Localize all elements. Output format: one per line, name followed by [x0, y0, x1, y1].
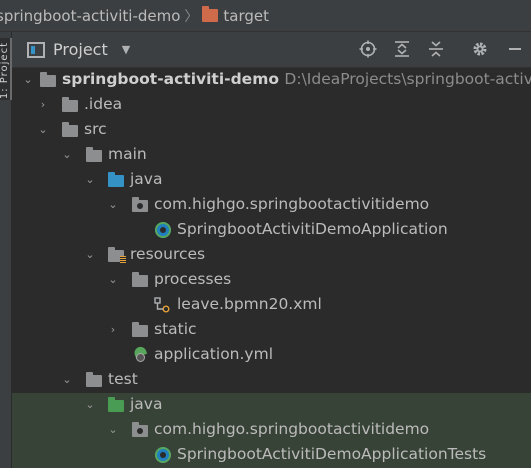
package-icon	[132, 422, 148, 437]
chevron-down-icon[interactable]: ⌄	[38, 124, 48, 135]
static-label: static	[154, 320, 197, 338]
tree-node-yml-file[interactable]: application.yml	[12, 343, 531, 368]
resources-folder-icon	[108, 247, 126, 263]
folder-icon	[86, 372, 102, 387]
yml-file-label: application.yml	[154, 345, 274, 363]
processes-label: processes	[154, 270, 232, 288]
tree-node-static[interactable]: › static	[12, 318, 531, 343]
spring-boot-class-icon	[155, 222, 171, 238]
idea-label: .idea	[84, 95, 123, 113]
gear-icon[interactable]	[470, 40, 490, 60]
project-toolbar: Project ▼	[12, 32, 531, 68]
app-class-label: SpringbootActivitiDemoApplication	[177, 220, 448, 238]
chevron-down-icon[interactable]: ⌄	[62, 374, 72, 385]
bpmn-file-label: leave.bpmn20.xml	[177, 295, 322, 313]
project-view-title[interactable]: Project	[53, 40, 108, 59]
project-view-icon	[27, 41, 45, 58]
tree-node-idea[interactable]: › .idea	[12, 93, 531, 118]
breadcrumb: springboot-activiti-demo 〉 target	[0, 0, 531, 32]
breadcrumb-separator: 〉	[184, 8, 199, 25]
src-label: src	[84, 120, 107, 138]
tree-node-main[interactable]: ⌄ main	[12, 143, 531, 168]
folder-icon	[86, 147, 102, 162]
root-name: springboot-activiti-demo	[62, 70, 279, 88]
tree-node-processes[interactable]: ⌄ processes	[12, 268, 531, 293]
tree-node-app-class[interactable]: SpringbootActivitiDemoApplication	[12, 218, 531, 243]
folder-icon	[62, 97, 78, 112]
hide-icon[interactable]	[506, 40, 526, 60]
tree-node-test-class[interactable]: SpringbootActivitiDemoApplicationTests	[12, 443, 531, 468]
left-tool-strip: 1: Project	[0, 32, 12, 468]
java-test-label: java	[130, 395, 163, 413]
folder-icon	[132, 322, 148, 337]
module-folder-icon	[40, 72, 56, 87]
expand-all-icon[interactable]	[392, 40, 412, 60]
view-dropdown-icon[interactable]: ▼	[122, 43, 130, 56]
test-folder-icon	[108, 397, 124, 412]
package-icon	[132, 197, 148, 212]
tree-node-src[interactable]: ⌄ src	[12, 118, 531, 143]
project-tool-tab-label: 1: Project	[0, 42, 10, 100]
tree-node-resources[interactable]: ⌄ resources	[12, 243, 531, 268]
bpmn-file-icon	[154, 297, 170, 313]
root-path: D:\IdeaProjects\springboot-activiti	[284, 70, 531, 88]
project-tree: ⌄ springboot-activiti-demo D:\IdeaProjec…	[12, 68, 531, 468]
chevron-down-icon[interactable]: ⌄	[108, 424, 118, 435]
package-test-label: com.highgo.springbootactivitidemo	[154, 420, 430, 438]
chevron-down-icon[interactable]: ⌄	[108, 199, 118, 210]
project-tool-tab[interactable]: 1: Project	[0, 38, 12, 100]
main-label: main	[108, 145, 147, 163]
test-label: test	[108, 370, 138, 388]
chevron-down-icon[interactable]: ⌄	[85, 249, 95, 260]
root-label: springboot-activiti-demo D:\IdeaProjects…	[62, 70, 531, 88]
folder-icon	[62, 122, 78, 137]
resources-label: resources	[130, 245, 206, 263]
chevron-down-icon[interactable]: ⌄	[23, 74, 33, 85]
breadcrumb-project[interactable]: springboot-activiti-demo	[0, 7, 180, 25]
tree-node-bpmn-file[interactable]: leave.bpmn20.xml	[12, 293, 531, 318]
chevron-down-icon[interactable]: ⌄	[85, 174, 95, 185]
source-folder-icon	[108, 172, 124, 187]
tree-node-package-main[interactable]: ⌄ com.highgo.springbootactivitidemo	[12, 193, 531, 218]
folder-icon	[132, 272, 148, 287]
test-class-icon	[155, 447, 171, 463]
java-main-label: java	[130, 170, 163, 188]
chevron-right-icon[interactable]: ›	[38, 99, 48, 110]
chevron-down-icon[interactable]: ⌄	[62, 149, 72, 160]
breadcrumb-target[interactable]: target	[223, 7, 269, 25]
chevron-down-icon[interactable]: ⌄	[85, 399, 95, 410]
collapse-all-icon[interactable]	[426, 40, 446, 60]
tree-node-package-test[interactable]: ⌄ com.highgo.springbootactivitidemo	[12, 418, 531, 443]
chevron-right-icon[interactable]: ›	[108, 324, 118, 335]
chevron-down-icon[interactable]: ⌄	[108, 274, 118, 285]
excluded-folder-icon	[202, 6, 219, 22]
tree-node-java-main[interactable]: ⌄ java	[12, 168, 531, 193]
locate-icon[interactable]	[358, 40, 378, 60]
tree-node-root[interactable]: ⌄ springboot-activiti-demo D:\IdeaProjec…	[12, 68, 531, 93]
tree-node-test[interactable]: ⌄ test	[12, 368, 531, 393]
test-class-label: SpringbootActivitiDemoApplicationTests	[177, 445, 487, 463]
package-main-label: com.highgo.springbootactivitidemo	[154, 195, 430, 213]
spring-config-file-icon	[132, 347, 148, 363]
tree-node-java-test[interactable]: ⌄ java	[12, 393, 531, 418]
